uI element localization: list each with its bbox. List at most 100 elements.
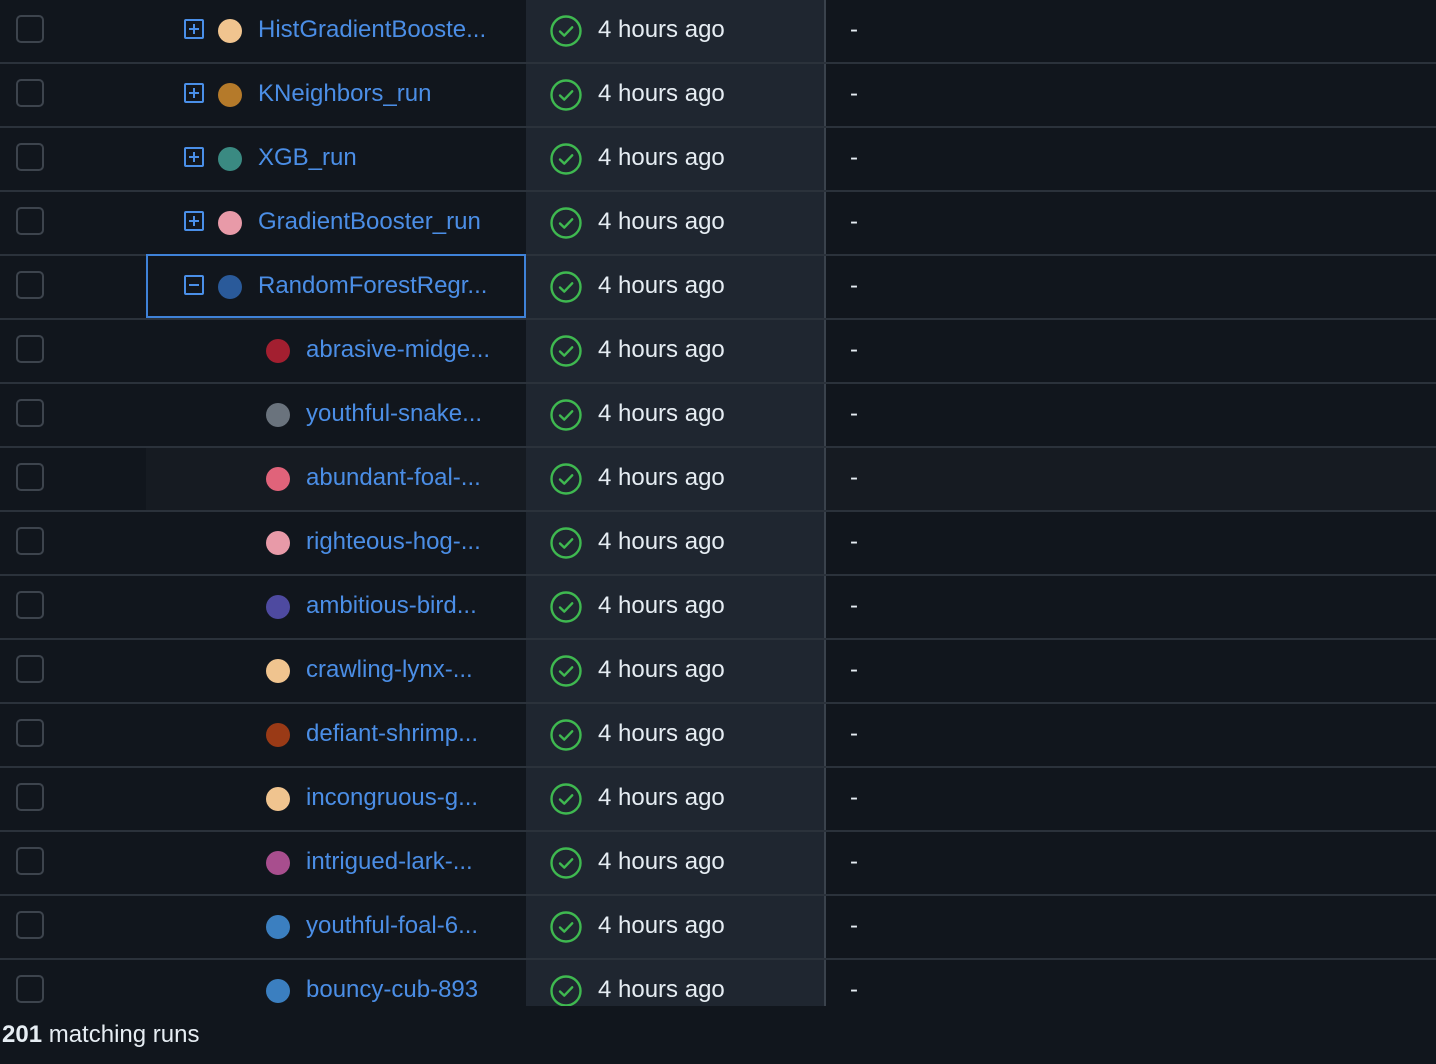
- duration-cell: -: [826, 576, 1436, 638]
- select-cell: [0, 960, 146, 1006]
- duration-cell: -: [826, 832, 1436, 894]
- empty-value: -: [850, 272, 858, 299]
- row-checkbox[interactable]: [16, 399, 44, 427]
- run-name-link[interactable]: abundant-foal-...: [306, 463, 481, 493]
- duration-cell: -: [826, 192, 1436, 254]
- run-name-link[interactable]: intrigued-lark-...: [306, 847, 473, 877]
- row-checkbox[interactable]: [16, 527, 44, 555]
- row-checkbox[interactable]: [16, 911, 44, 939]
- duration-cell: -: [826, 896, 1436, 958]
- created-cell: 4 hours ago: [526, 960, 824, 1006]
- created-cell: 4 hours ago: [526, 256, 824, 318]
- table-row[interactable]: HistGradientBooste... 4 hours ago -: [0, 0, 1436, 64]
- created-time: 4 hours ago: [598, 784, 725, 811]
- run-name-link[interactable]: KNeighbors_run: [258, 79, 431, 109]
- row-checkbox[interactable]: [16, 783, 44, 811]
- success-check-icon: [550, 79, 582, 111]
- run-name-link[interactable]: XGB_run: [258, 143, 357, 173]
- run-name-cell: intrigued-lark-...: [146, 832, 526, 894]
- run-name-link[interactable]: defiant-shrimp...: [306, 719, 478, 749]
- row-checkbox[interactable]: [16, 655, 44, 683]
- duration-cell: -: [826, 0, 1436, 62]
- table-row[interactable]: righteous-hog-... 4 hours ago -: [0, 512, 1436, 576]
- table-row[interactable]: abundant-foal-... 4 hours ago -: [0, 448, 1436, 512]
- table-row[interactable]: bouncy-cub-893 4 hours ago -: [0, 960, 1436, 1006]
- row-checkbox[interactable]: [16, 271, 44, 299]
- run-color-dot: [266, 339, 290, 363]
- table-row[interactable]: KNeighbors_run 4 hours ago -: [0, 64, 1436, 128]
- created-time: 4 hours ago: [598, 144, 725, 171]
- duration-cell: -: [826, 128, 1436, 190]
- run-name-link[interactable]: youthful-foal-6...: [306, 911, 478, 941]
- empty-value: -: [850, 336, 858, 363]
- expand-plus-icon[interactable]: [184, 211, 204, 231]
- table-row[interactable]: RandomForestRegr... 4 hours ago -: [0, 254, 1436, 320]
- run-name-link[interactable]: righteous-hog-...: [306, 527, 481, 557]
- row-checkbox[interactable]: [16, 719, 44, 747]
- table-row[interactable]: intrigued-lark-... 4 hours ago -: [0, 832, 1436, 896]
- row-checkbox[interactable]: [16, 79, 44, 107]
- select-cell: [0, 768, 146, 830]
- row-checkbox[interactable]: [16, 847, 44, 875]
- expand-plus-icon[interactable]: [184, 19, 204, 39]
- run-name-cell: HistGradientBooste...: [146, 0, 526, 62]
- run-name-cell: abundant-foal-...: [146, 448, 526, 510]
- run-color-dot: [266, 659, 290, 683]
- table-row[interactable]: abrasive-midge... 4 hours ago -: [0, 320, 1436, 384]
- success-check-icon: [550, 143, 582, 175]
- row-checkbox[interactable]: [16, 15, 44, 43]
- collapse-minus-icon[interactable]: [184, 275, 204, 295]
- row-checkbox[interactable]: [16, 143, 44, 171]
- duration-cell: -: [826, 64, 1436, 126]
- success-check-icon: [550, 719, 582, 751]
- select-cell: [0, 320, 146, 382]
- select-cell: [0, 0, 146, 62]
- select-cell: [0, 192, 146, 254]
- row-checkbox[interactable]: [16, 207, 44, 235]
- table-row[interactable]: GradientBooster_run 4 hours ago -: [0, 192, 1436, 256]
- table-row[interactable]: XGB_run 4 hours ago -: [0, 128, 1436, 192]
- empty-value: -: [850, 976, 858, 1003]
- expand-plus-icon[interactable]: [184, 83, 204, 103]
- run-name-cell: defiant-shrimp...: [146, 704, 526, 766]
- row-checkbox[interactable]: [16, 463, 44, 491]
- table-row[interactable]: defiant-shrimp... 4 hours ago -: [0, 704, 1436, 768]
- table-row[interactable]: youthful-snake... 4 hours ago -: [0, 384, 1436, 448]
- run-name-link[interactable]: bouncy-cub-893: [306, 975, 478, 1005]
- created-time: 4 hours ago: [598, 80, 725, 107]
- run-name-cell: bouncy-cub-893: [146, 960, 526, 1006]
- created-cell: 4 hours ago: [526, 320, 824, 382]
- run-name-link[interactable]: GradientBooster_run: [258, 207, 481, 237]
- run-name-cell: GradientBooster_run: [146, 192, 526, 254]
- run-name-link[interactable]: abrasive-midge...: [306, 335, 490, 365]
- empty-value: -: [850, 400, 858, 427]
- success-check-icon: [550, 847, 582, 879]
- row-checkbox[interactable]: [16, 335, 44, 363]
- run-color-dot: [266, 467, 290, 491]
- table-row[interactable]: ambitious-bird... 4 hours ago -: [0, 576, 1436, 640]
- run-name-cell: youthful-foal-6...: [146, 896, 526, 958]
- run-name-cell: KNeighbors_run: [146, 64, 526, 126]
- run-name-link[interactable]: incongruous-g...: [306, 783, 478, 813]
- table-row[interactable]: crawling-lynx-... 4 hours ago -: [0, 640, 1436, 704]
- run-name-link[interactable]: RandomForestRegr...: [258, 271, 487, 301]
- select-cell: [0, 448, 146, 510]
- table-row[interactable]: incongruous-g... 4 hours ago -: [0, 768, 1436, 832]
- success-check-icon: [550, 527, 582, 559]
- row-checkbox[interactable]: [16, 975, 44, 1003]
- run-color-dot: [218, 83, 242, 107]
- empty-value: -: [850, 80, 858, 107]
- expand-plus-icon[interactable]: [184, 147, 204, 167]
- run-name-link[interactable]: HistGradientBooste...: [258, 15, 486, 45]
- table-row[interactable]: youthful-foal-6... 4 hours ago -: [0, 896, 1436, 960]
- success-check-icon: [550, 335, 582, 367]
- run-name-link[interactable]: ambitious-bird...: [306, 591, 477, 621]
- row-checkbox[interactable]: [16, 591, 44, 619]
- duration-cell: -: [826, 704, 1436, 766]
- run-name-link[interactable]: youthful-snake...: [306, 399, 482, 429]
- select-cell: [0, 384, 146, 446]
- duration-cell: -: [826, 448, 1436, 510]
- run-name-link[interactable]: crawling-lynx-...: [306, 655, 473, 685]
- runs-table: HistGradientBooste... 4 hours ago - KNeighb…: [0, 0, 1436, 1006]
- run-color-dot: [266, 403, 290, 427]
